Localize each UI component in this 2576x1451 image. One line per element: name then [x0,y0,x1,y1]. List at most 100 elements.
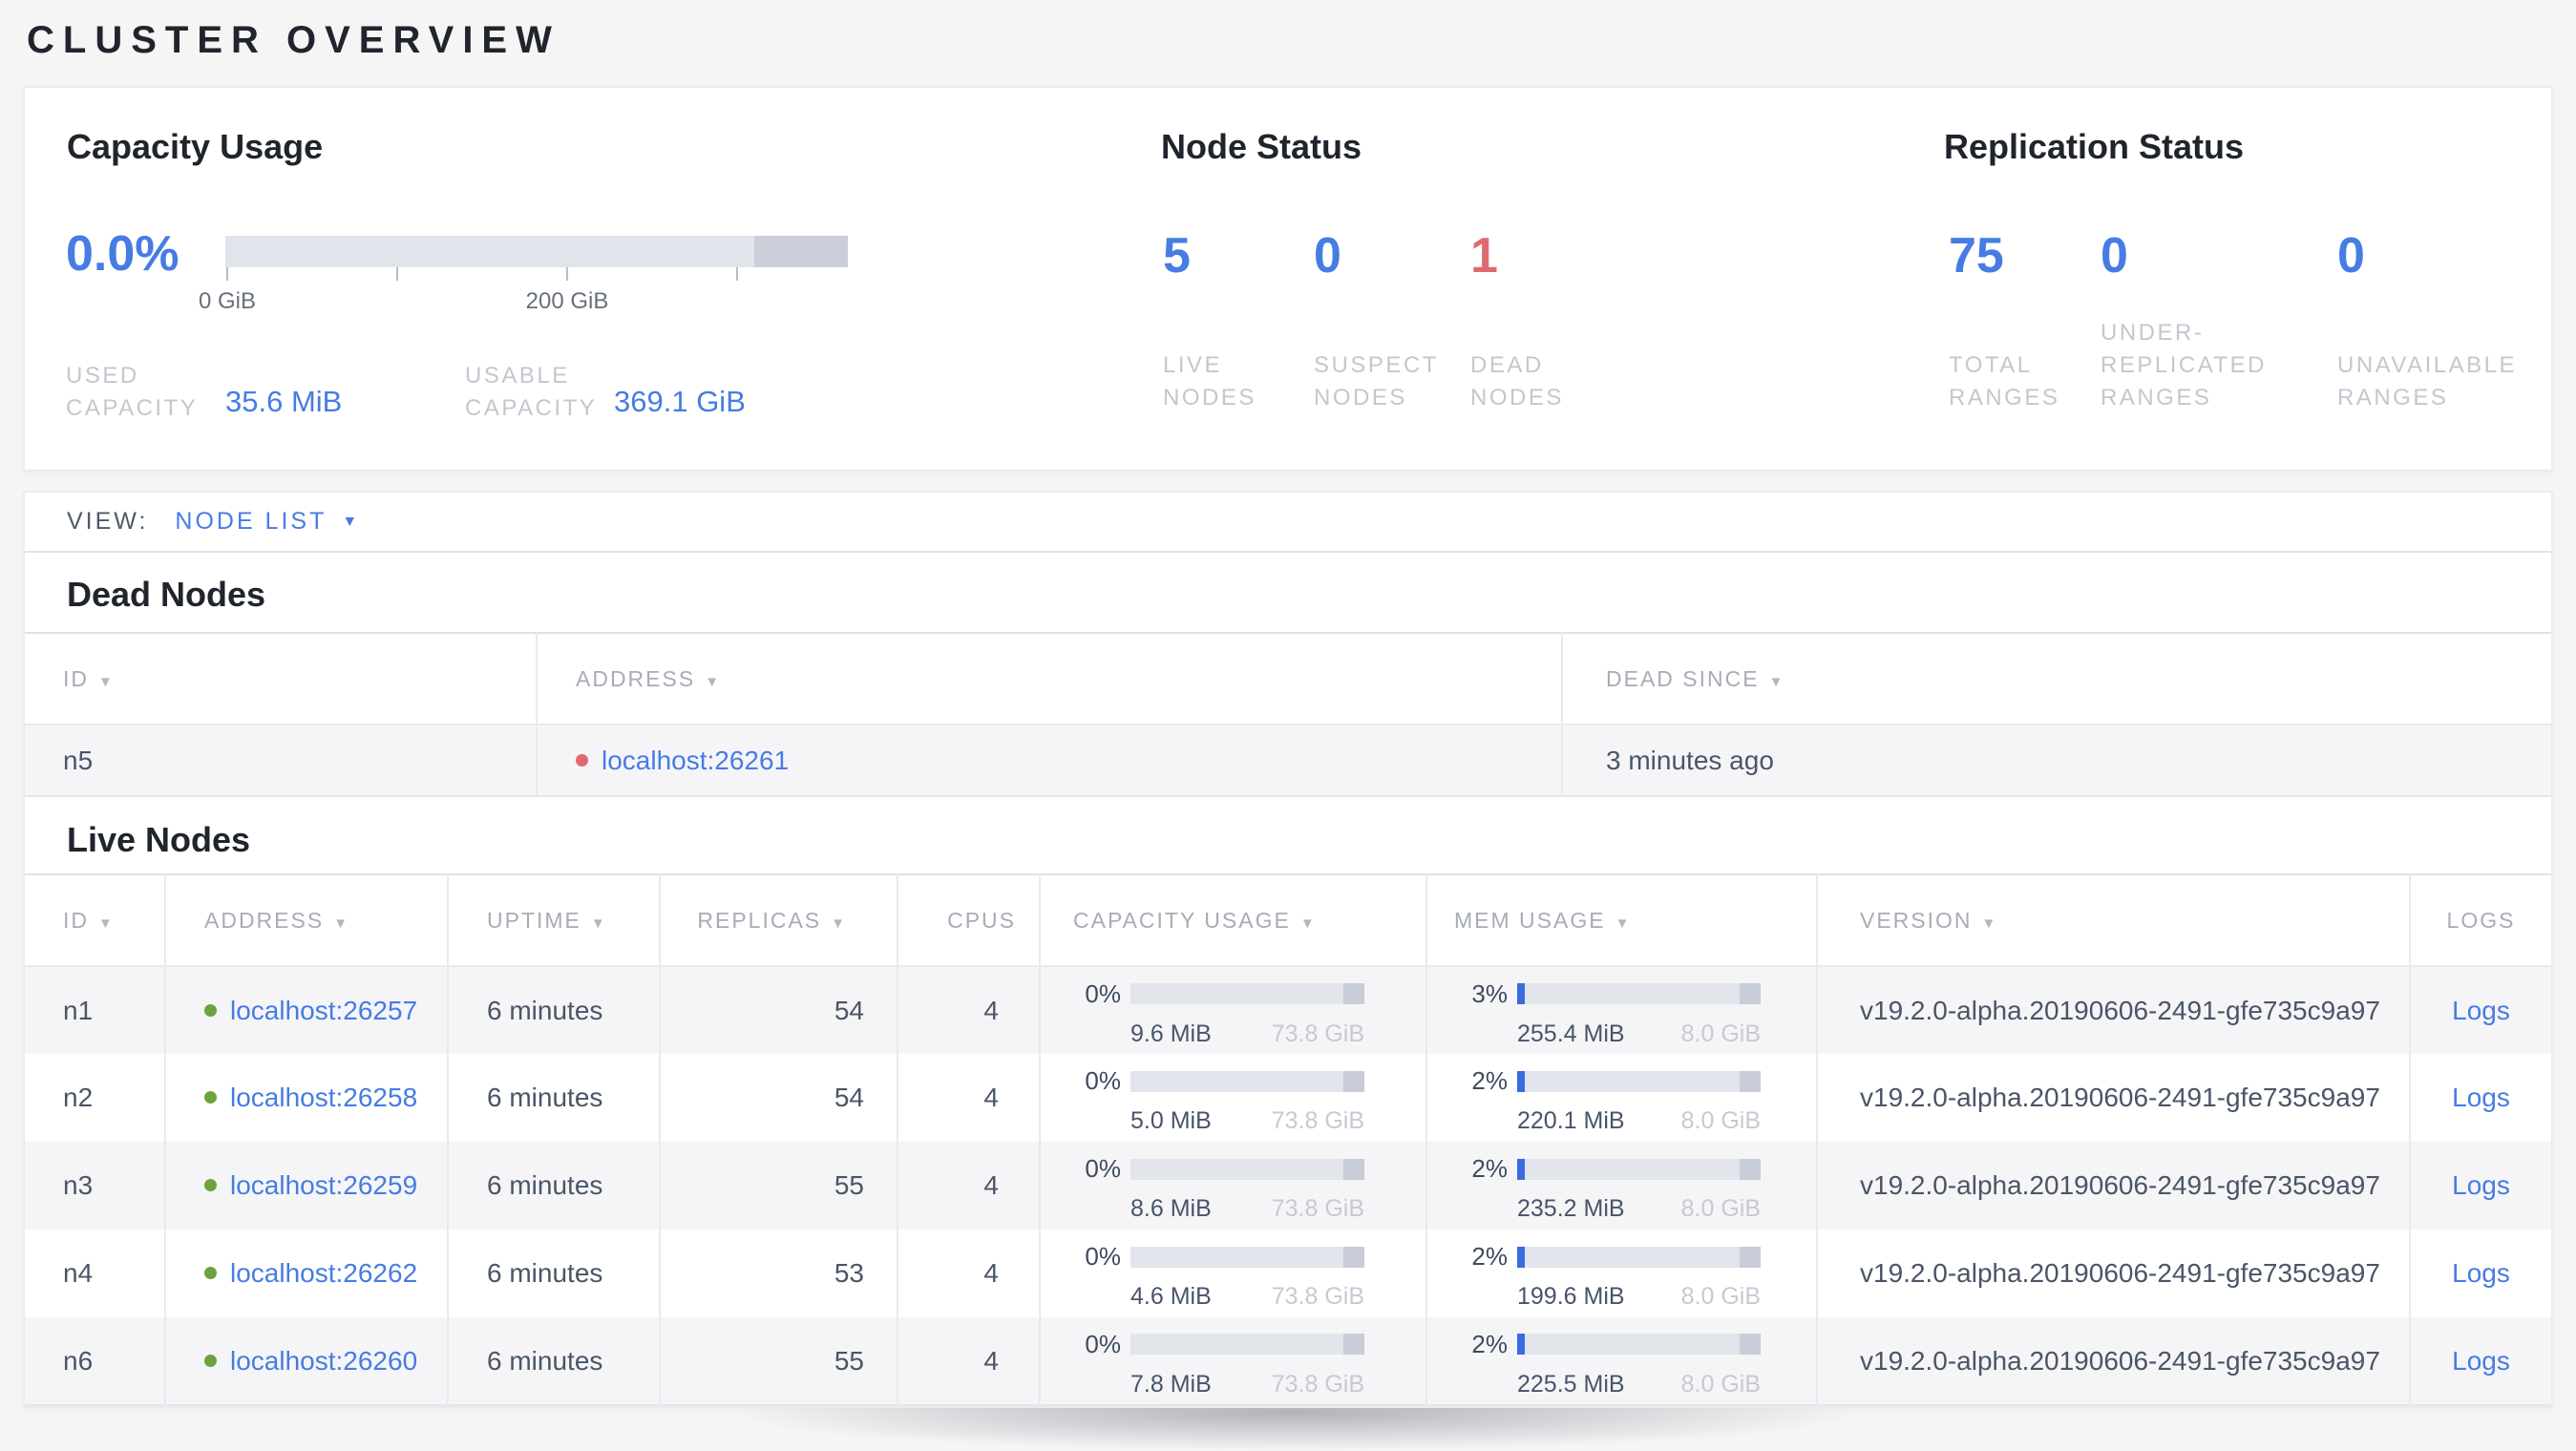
capacity-usage-cell: 0% 4.6 MiB 73.8 GiB [1039,1230,1426,1317]
under-replicated-count: 0 [2101,228,2128,284]
sort-desc-icon: ▼ [1768,673,1784,690]
logs-link[interactable]: Logs [2452,996,2510,1025]
capacity-bar-tail [754,236,848,267]
version-cell: v19.2.0-alpha.20190606-2491-gfe735c9a97 [1816,1230,2410,1317]
table-row: n4 localhost:26262 6 minutes 53 4 0% 4.6… [25,1230,2551,1317]
view-selected-value: NODE LIST [175,508,327,535]
mem-usage-cell: 2% 220.1 MiB 8.0 GiB [1425,1054,1817,1142]
node-address-link[interactable]: localhost:26261 [602,746,789,775]
memory-meter [1517,1070,1761,1092]
node-address-link[interactable]: localhost:26257 [230,996,417,1025]
node-id-cell: n3 [63,1170,94,1200]
used-capacity-value: 35.6 MiB [225,385,343,418]
sort-desc-icon: ▼ [1615,915,1630,932]
capacity-usage-cell: 0% 8.6 MiB 73.8 GiB [1039,1142,1426,1230]
column-header-capacity-usage[interactable]: CAPACITY USAGE ▼ [1039,874,1426,966]
node-id-cell: n1 [63,995,94,1025]
memory-meter [1517,983,1761,1004]
column-header-id[interactable]: ID ▼ [25,633,537,725]
table-row: n3 localhost:26259 6 minutes 55 4 0% 8.6… [25,1142,2551,1230]
capacity-used-percent: 0.0% [66,226,179,282]
replicas-cell: 54 [659,1054,897,1142]
dead-nodes-section-heading: Dead Nodes [67,575,266,614]
suspect-nodes-count: 0 [1314,228,1341,284]
used-capacity-label: USED CAPACITY [66,363,199,421]
live-nodes-label: LIVE NODES [1163,352,1256,410]
cluster-summary-card: Capacity Usage 0.0% 0 GiB 200 GiB USED C… [23,86,2553,472]
uptime-cell: 6 minutes [447,1230,660,1317]
unavailable-ranges-stat: 0 UNAVAILABLE RANGES [2337,229,2547,414]
live-nodes-section-heading: Live Nodes [67,820,251,859]
node-address-cell: localhost:26258 [164,1054,448,1142]
column-header-replicas[interactable]: REPLICAS ▼ [659,874,897,966]
table-row: n5 localhost:26261 3 minutes ago [25,725,2551,796]
logs-link[interactable]: Logs [2452,1083,2510,1112]
column-header-uptime[interactable]: UPTIME ▼ [447,874,660,966]
column-header-address[interactable]: ADDRESS ▼ [536,633,1562,725]
logs-cell: Logs [2409,1054,2551,1142]
node-id-cell: n5 [63,745,94,775]
table-row: n2 localhost:26258 6 minutes 54 4 0% 5.0… [25,1054,2551,1142]
column-header-id[interactable]: ID ▼ [25,874,165,966]
table-header-row: ID ▼ ADDRESS ▼ UPTIME ▼ REPLICAS ▼ CPUS CAPA… [25,874,2551,966]
cpus-cell: 4 [897,1230,1040,1317]
cpus-cell: 4 [897,1317,1040,1405]
replicas-cell: 55 [659,1142,897,1230]
node-id-cell: n2 [63,1083,94,1112]
replicas-cell: 53 [659,1230,897,1317]
axis-tick [226,267,228,281]
node-address-link[interactable]: localhost:26259 [230,1170,417,1200]
logs-cell: Logs [2409,1230,2551,1317]
logs-link[interactable]: Logs [2452,1346,2510,1376]
column-header-version[interactable]: VERSION ▼ [1816,874,2410,966]
table-row: n1 localhost:26257 6 minutes 54 4 0% 9.6… [25,966,2551,1054]
cpus-cell: 4 [897,966,1040,1054]
capacity-meter [1130,983,1364,1004]
column-header-address[interactable]: ADDRESS ▼ [164,874,448,966]
suspect-nodes-label: SUSPECT NODES [1314,352,1439,410]
capacity-bar [225,236,848,267]
dead-nodes-table: ID ▼ ADDRESS ▼ DEAD SINCE ▼ n5 localhost:26… [25,632,2551,797]
mem-usage-cell: 3% 255.4 MiB 8.0 GiB [1425,966,1817,1054]
live-status-dot [204,1179,217,1192]
node-address-cell: localhost:26260 [164,1317,448,1405]
mem-usage-cell: 2% 235.2 MiB 8.0 GiB [1425,1142,1817,1230]
total-ranges-label: TOTAL RANGES [1949,352,2060,410]
node-address-link[interactable]: localhost:26262 [230,1258,417,1288]
view-selector-dropdown[interactable]: NODE LIST ▼ [175,508,357,536]
sort-desc-icon: ▼ [98,673,113,690]
logs-link[interactable]: Logs [2452,1258,2510,1288]
uptime-cell: 6 minutes [447,1142,660,1230]
node-address-link[interactable]: localhost:26258 [230,1083,417,1112]
sort-desc-icon: ▼ [1299,915,1315,932]
sort-desc-icon: ▼ [333,915,348,932]
column-header-logs: LOGS [2409,874,2551,966]
view-bar: VIEW: NODE LIST ▼ [25,493,2551,553]
sort-desc-icon: ▼ [705,673,720,690]
capacity-usage-cell: 0% 9.6 MiB 73.8 GiB [1039,966,1426,1054]
unavailable-ranges-label: UNAVAILABLE RANGES [2337,352,2518,410]
total-ranges-stat: 75 TOTAL RANGES [1949,229,2097,414]
live-status-dot [204,1267,217,1280]
capacity-usage-heading: Capacity Usage [67,127,324,166]
capacity-meter [1130,1070,1364,1092]
memory-meter [1517,1158,1761,1180]
sort-desc-icon: ▼ [1981,915,1996,932]
column-header-mem-usage[interactable]: MEM USAGE ▼ [1425,874,1817,966]
table-row: n6 localhost:26260 6 minutes 55 4 0% 7.8… [25,1317,2551,1405]
usable-capacity-label: USABLE CAPACITY [465,363,598,421]
live-nodes-count: 5 [1163,228,1191,284]
live-status-dot [204,1091,217,1104]
dead-status-dot [576,753,588,767]
replication-status-heading: Replication Status [1944,127,2245,166]
uptime-cell: 6 minutes [447,966,660,1054]
column-header-dead-since[interactable]: DEAD SINCE ▼ [1561,633,2551,725]
under-replicated-ranges-stat: 0 UNDER-REPLICATED RANGES [2101,229,2291,414]
capacity-meter [1130,1246,1364,1268]
mem-usage-cell: 2% 225.5 MiB 8.0 GiB [1425,1317,1817,1405]
logs-link[interactable]: Logs [2452,1170,2510,1200]
node-id-cell: n4 [63,1258,94,1288]
node-address-link[interactable]: localhost:26260 [230,1346,417,1376]
node-list-card: VIEW: NODE LIST ▼ Dead Nodes ID ▼ ADDRESS… [23,491,2553,1408]
replicas-cell: 54 [659,966,897,1054]
